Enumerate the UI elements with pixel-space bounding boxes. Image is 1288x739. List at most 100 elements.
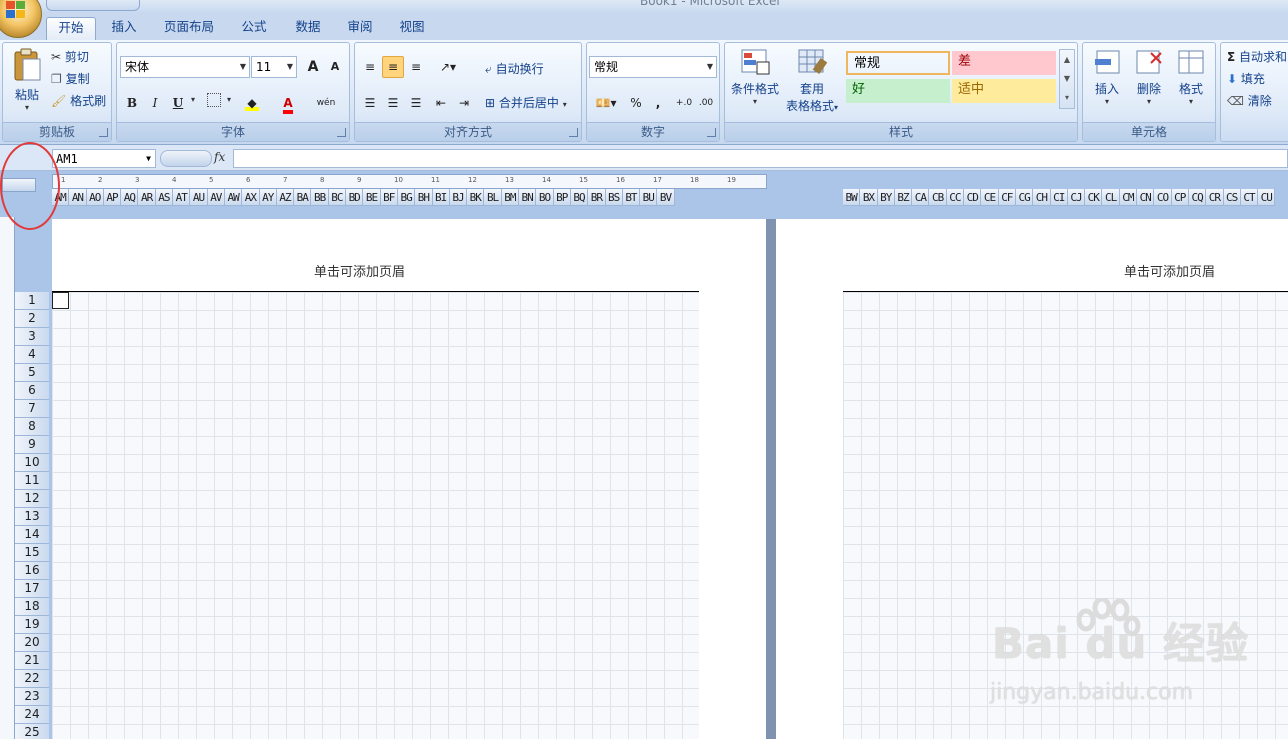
column-header[interactable]: CT: [1240, 189, 1259, 206]
row-header[interactable]: 22: [15, 670, 49, 688]
row-header[interactable]: 18: [15, 598, 49, 616]
page-header-placeholder[interactable]: 单击可添加页眉: [314, 261, 405, 280]
dialog-launcher-icon[interactable]: [707, 128, 716, 137]
underline-button[interactable]: U: [167, 92, 189, 114]
page-header-placeholder[interactable]: 单击可添加页眉: [1124, 261, 1215, 280]
font-name-select[interactable]: 宋体 ▼: [120, 56, 250, 78]
paste-button[interactable]: 粘贴 ▾: [9, 47, 45, 117]
row-header[interactable]: 25: [15, 724, 49, 739]
column-header[interactable]: CO: [1154, 189, 1172, 206]
currency-button[interactable]: 💴▾: [591, 92, 621, 114]
row-header[interactable]: 6: [15, 382, 49, 400]
style-normal[interactable]: 常规: [846, 51, 950, 75]
column-header[interactable]: BE: [363, 189, 381, 206]
column-header[interactable]: BQ: [570, 189, 589, 206]
row-header[interactable]: 12: [15, 490, 49, 508]
quick-access-toolbar[interactable]: [46, 0, 140, 11]
column-header[interactable]: CS: [1223, 189, 1241, 206]
dialog-launcher-icon[interactable]: [337, 128, 346, 137]
row-header[interactable]: 24: [15, 706, 49, 724]
row-header[interactable]: 16: [15, 562, 49, 580]
column-header[interactable]: CH: [1033, 189, 1051, 206]
grow-font-button[interactable]: A: [302, 56, 324, 78]
column-header[interactable]: BL: [484, 189, 502, 206]
column-header[interactable]: AV: [207, 189, 225, 206]
column-header[interactable]: BD: [346, 189, 364, 206]
style-neutral[interactable]: 适中: [952, 79, 1056, 103]
bold-button[interactable]: B: [121, 92, 143, 114]
column-header[interactable]: BJ: [449, 189, 468, 206]
row-header[interactable]: 21: [15, 652, 49, 670]
row-header[interactable]: 17: [15, 580, 49, 598]
style-bad[interactable]: 差: [952, 51, 1056, 75]
column-header[interactable]: BP: [553, 189, 571, 206]
column-header[interactable]: BO: [536, 189, 554, 206]
row-header[interactable]: 13: [15, 508, 49, 526]
tab-view[interactable]: 视图: [390, 17, 434, 39]
formula-bar-splitter[interactable]: [160, 150, 212, 167]
column-header[interactable]: BN: [519, 189, 537, 206]
column-header[interactable]: BC: [328, 189, 347, 206]
row-header[interactable]: 5: [15, 364, 49, 382]
column-header[interactable]: AO: [86, 189, 104, 206]
merge-center-button[interactable]: ⊞ 合并后居中 ▾: [485, 94, 567, 111]
column-header[interactable]: CF: [998, 189, 1016, 206]
font-size-select[interactable]: 11 ▼: [251, 56, 297, 78]
tab-data[interactable]: 数据: [286, 17, 330, 39]
cell-grid[interactable]: [843, 292, 1288, 739]
row-header[interactable]: 20: [15, 634, 49, 652]
formula-input[interactable]: [233, 149, 1288, 168]
align-bottom-button[interactable]: ≡: [405, 56, 427, 78]
column-header[interactable]: AQ: [121, 189, 139, 206]
align-left-button[interactable]: ☰: [359, 92, 381, 114]
column-header[interactable]: AR: [138, 189, 156, 206]
column-header[interactable]: CD: [964, 189, 982, 206]
column-header[interactable]: BM: [501, 189, 520, 206]
column-header[interactable]: BS: [605, 189, 623, 206]
dialog-launcher-icon[interactable]: [569, 128, 578, 137]
column-header[interactable]: BY: [877, 189, 895, 206]
font-color-button[interactable]: A: [277, 92, 299, 114]
align-top-button[interactable]: ≡: [359, 56, 381, 78]
row-header[interactable]: 1: [15, 292, 49, 310]
column-header[interactable]: AP: [103, 189, 122, 206]
increase-indent-button[interactable]: ⇥: [453, 92, 475, 114]
chevron-down-icon[interactable]: ▾: [191, 95, 195, 104]
tab-home[interactable]: 开始: [46, 17, 96, 40]
row-header[interactable]: 4: [15, 346, 49, 364]
fill-button[interactable]: ⬇ 填充: [1227, 70, 1265, 87]
column-header[interactable]: BZ: [894, 189, 913, 206]
tab-insert[interactable]: 插入: [102, 17, 146, 39]
column-header[interactable]: BV: [657, 189, 675, 206]
row-header[interactable]: 10: [15, 454, 49, 472]
column-header[interactable]: AS: [155, 189, 174, 206]
decrease-decimal-button[interactable]: .00: [695, 92, 717, 114]
row-header[interactable]: 11: [15, 472, 49, 490]
column-header[interactable]: BW: [843, 189, 861, 206]
column-header[interactable]: BU: [640, 189, 658, 206]
shrink-font-button[interactable]: A: [324, 56, 346, 78]
row-header[interactable]: 2: [15, 310, 49, 328]
column-header[interactable]: AW: [224, 189, 243, 206]
column-header[interactable]: AT: [173, 189, 191, 206]
comma-button[interactable]: ,: [647, 92, 669, 114]
insert-function-icon[interactable]: fx: [214, 150, 225, 164]
copy-button[interactable]: ❐ 复制: [51, 70, 90, 87]
italic-button[interactable]: I: [144, 92, 166, 114]
column-header[interactable]: AU: [190, 189, 208, 206]
column-header[interactable]: CC: [946, 189, 965, 206]
orientation-button[interactable]: ↗▾: [433, 56, 463, 78]
row-header[interactable]: 9: [15, 436, 49, 454]
increase-decimal-button[interactable]: +.0: [673, 92, 695, 114]
cut-button[interactable]: ✂ 剪切: [51, 48, 89, 65]
dialog-launcher-icon[interactable]: [99, 128, 108, 137]
column-header[interactable]: AZ: [276, 189, 295, 206]
row-header[interactable]: 15: [15, 544, 49, 562]
format-as-table-button[interactable]: 套用 表格格式▾: [783, 47, 841, 114]
tab-review[interactable]: 审阅: [338, 17, 382, 39]
align-right-button[interactable]: ☰: [405, 92, 427, 114]
column-header[interactable]: BI: [432, 189, 450, 206]
delete-cells-button[interactable]: 删除 ▾: [1129, 47, 1169, 106]
wrap-text-button[interactable]: ⤶ 自动换行: [485, 60, 544, 77]
styles-gallery-scroll[interactable]: ▲ ▼ ▾: [1059, 49, 1075, 109]
